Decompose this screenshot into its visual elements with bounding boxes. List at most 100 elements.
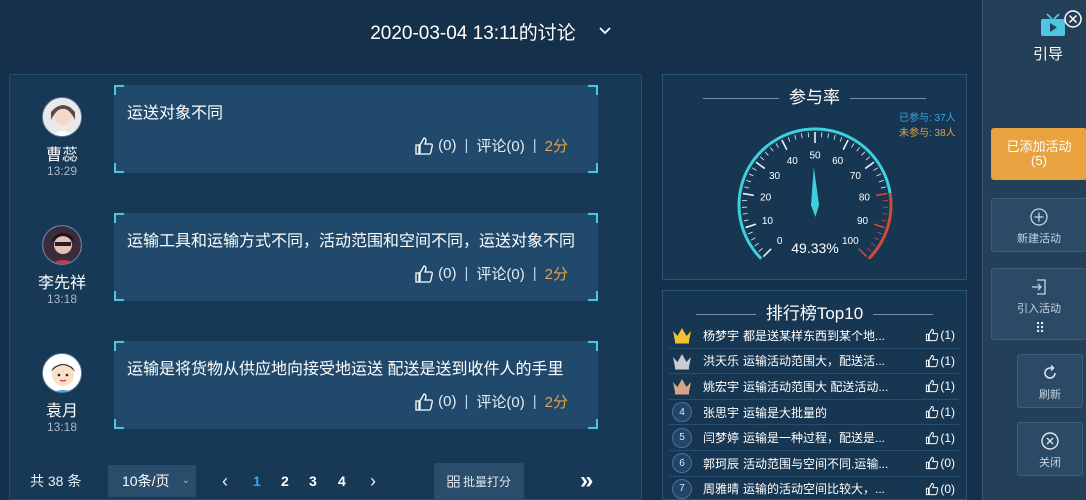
score-label[interactable]: 2分 (545, 391, 568, 412)
score-label[interactable]: 2分 (545, 263, 568, 284)
prev-page-button[interactable]: ‹ (222, 471, 228, 492)
page-size-select[interactable]: 10条/页 ⌄ (108, 465, 196, 497)
thumbs-up-icon (926, 329, 939, 342)
post-time: 13:18 (46, 420, 78, 434)
gauge-tick (858, 248, 868, 258)
gauge-tick (827, 133, 830, 139)
gauge-tick (759, 156, 765, 161)
chevron-down-icon[interactable] (598, 24, 612, 38)
page-2[interactable]: 2 (281, 473, 289, 489)
like-button[interactable]: (0) (414, 264, 457, 284)
thumbs-up-icon (415, 392, 434, 411)
close-button[interactable]: 关闭 (1017, 422, 1083, 476)
rank-likes: (1) (925, 405, 955, 419)
discussion-panel: 曹蕊 13:29 运送对象不同 (0) | 评论(0) | 2分 李先祥 13:… (9, 74, 642, 500)
gauge-tick (742, 213, 748, 215)
gauge-tick (867, 248, 872, 252)
gauge-tick (748, 173, 754, 177)
gauge-tick (746, 179, 752, 183)
rank-likes: (1) (925, 354, 955, 368)
right-sidebar: 引导 已添加活动 (5) 新建活动 引入活动 ⠿ 刷新 关闭 (982, 0, 1086, 500)
like-button[interactable]: (0) (414, 136, 457, 156)
post-bubble: 运送对象不同 (0) | 评论(0) | 2分 (114, 85, 598, 173)
gauge-tick (861, 151, 866, 156)
rank-number: 4 (672, 402, 692, 423)
like-button[interactable]: (0) (414, 392, 457, 412)
avatar (42, 353, 82, 393)
page-3[interactable]: 3 (309, 473, 317, 489)
ranking-item: 姚宏宇 运输活动范围大 配送活动... (1) (669, 374, 959, 400)
thumbs-up-icon (926, 380, 939, 393)
gauge-tick (880, 186, 886, 189)
gauge-tick (856, 147, 861, 152)
rank-likes: (0) (925, 482, 955, 496)
gauge-tick-label: 30 (769, 171, 781, 182)
score-label[interactable]: 2分 (545, 135, 568, 156)
chevron-down-icon: ⌄ (181, 475, 190, 486)
gauge-tick (775, 143, 779, 148)
thumbs-up-icon (926, 405, 939, 419)
gauge-tick (882, 213, 888, 215)
new-activity-button[interactable]: 新建活动 (991, 198, 1086, 252)
gauge-tick (876, 173, 882, 177)
rank-content: 运输的活动空间比较大，... (743, 482, 886, 497)
post-item: 曹蕊 13:29 运送对象不同 (0) | 评论(0) | 2分 (10, 75, 643, 179)
gauge-tick (874, 237, 880, 241)
batch-score-button[interactable]: 批量打分 (434, 463, 524, 499)
rank-content: 运输活动范围大，配送活... (743, 354, 886, 369)
gauge-tick (744, 186, 750, 189)
post-item: 袁月 13:18 运输是将货物从供应地向接受地运送 配送是送到收件人的手里 (0… (10, 331, 643, 435)
page-4[interactable]: 4 (338, 473, 346, 489)
thumbs-up-icon (415, 136, 434, 155)
comment-link[interactable]: 评论(0) (476, 263, 524, 284)
post-bubble: 运输是将货物从供应地向接受地运送 配送是送到收件人的手里 (0) | 评论(0)… (114, 341, 598, 429)
rank-likes: (0) (925, 456, 955, 470)
gauge-tick (833, 134, 836, 140)
rank-content: 运输是大批量的 (743, 405, 828, 420)
gauge-tick-label: 90 (857, 216, 869, 227)
rank-likes: (1) (925, 379, 955, 393)
gauge-tick (769, 147, 774, 152)
post-item: 李先祥 13:18 运输工具和运输方式不同，活动范围和空间不同，运送对象不同 (… (10, 203, 643, 307)
discussion-header[interactable]: 2020-03-04 13:11的讨论 (0, 0, 982, 62)
added-activity-button[interactable]: 已添加活动 (5) (991, 128, 1086, 180)
next-page-button[interactable]: › (370, 471, 376, 492)
more-icon[interactable]: ⠿ (1035, 320, 1046, 337)
gauge-tick (794, 134, 797, 140)
close-icon[interactable] (1063, 9, 1083, 29)
page-1[interactable]: 1 (253, 473, 261, 489)
post-author: 曹蕊 (45, 147, 78, 164)
thumbs-up-icon (415, 264, 434, 283)
gauge-tick (750, 237, 756, 241)
rank-author: 周雅晴 (703, 482, 740, 497)
comment-link[interactable]: 评论(0) (476, 391, 524, 412)
total-count: 共 38 条 (30, 473, 82, 489)
gauge-tick (751, 167, 757, 171)
rank-author: 杨梦宇 (703, 328, 740, 343)
like-count: (0) (438, 265, 457, 282)
crown-icon (673, 328, 691, 344)
ranking-item: 洪天乐 运输活动范围大，配送活... (1) (669, 349, 959, 375)
post-actions: (0) | 评论(0) | 2分 (414, 135, 568, 156)
post-text: 运输工具和运输方式不同，活动范围和空间不同，运送对象不同 (127, 233, 576, 250)
rank-author: 姚宏宇 (703, 379, 740, 394)
gauge-tick-label: 20 (760, 193, 772, 204)
rank-likes: (1) (925, 431, 955, 445)
participation-legend: 已参与: 37人 未参与: 38人 (899, 111, 956, 141)
refresh-button[interactable]: 刷新 (1017, 354, 1083, 408)
gauge-tick-label: 50 (809, 151, 821, 162)
ranking-item: 4 张思宇 运输是大批量的 (1) (669, 400, 959, 426)
gauge-tick (800, 133, 803, 139)
post-author: 李先祥 (37, 275, 86, 292)
participation-rate: 49.33% (791, 240, 838, 256)
gauge-tick (758, 248, 763, 252)
rank-content: 活动范围与空间不同.运输... (743, 456, 889, 471)
post-text: 运输是将货物从供应地向接受地运送 配送是送到收件人的手里 (127, 361, 564, 378)
gauge-tick (743, 219, 749, 222)
comment-link[interactable]: 评论(0) (476, 135, 524, 156)
double-chevron-right-icon[interactable]: » (580, 467, 593, 495)
panel-title: 排行榜Top10 (663, 299, 966, 324)
rank-author: 郭珂辰 (703, 456, 740, 471)
ranking-item: 6 郭珂辰 活动范围与空间不同.运输... (0) (669, 451, 959, 477)
import-icon (1032, 279, 1046, 295)
